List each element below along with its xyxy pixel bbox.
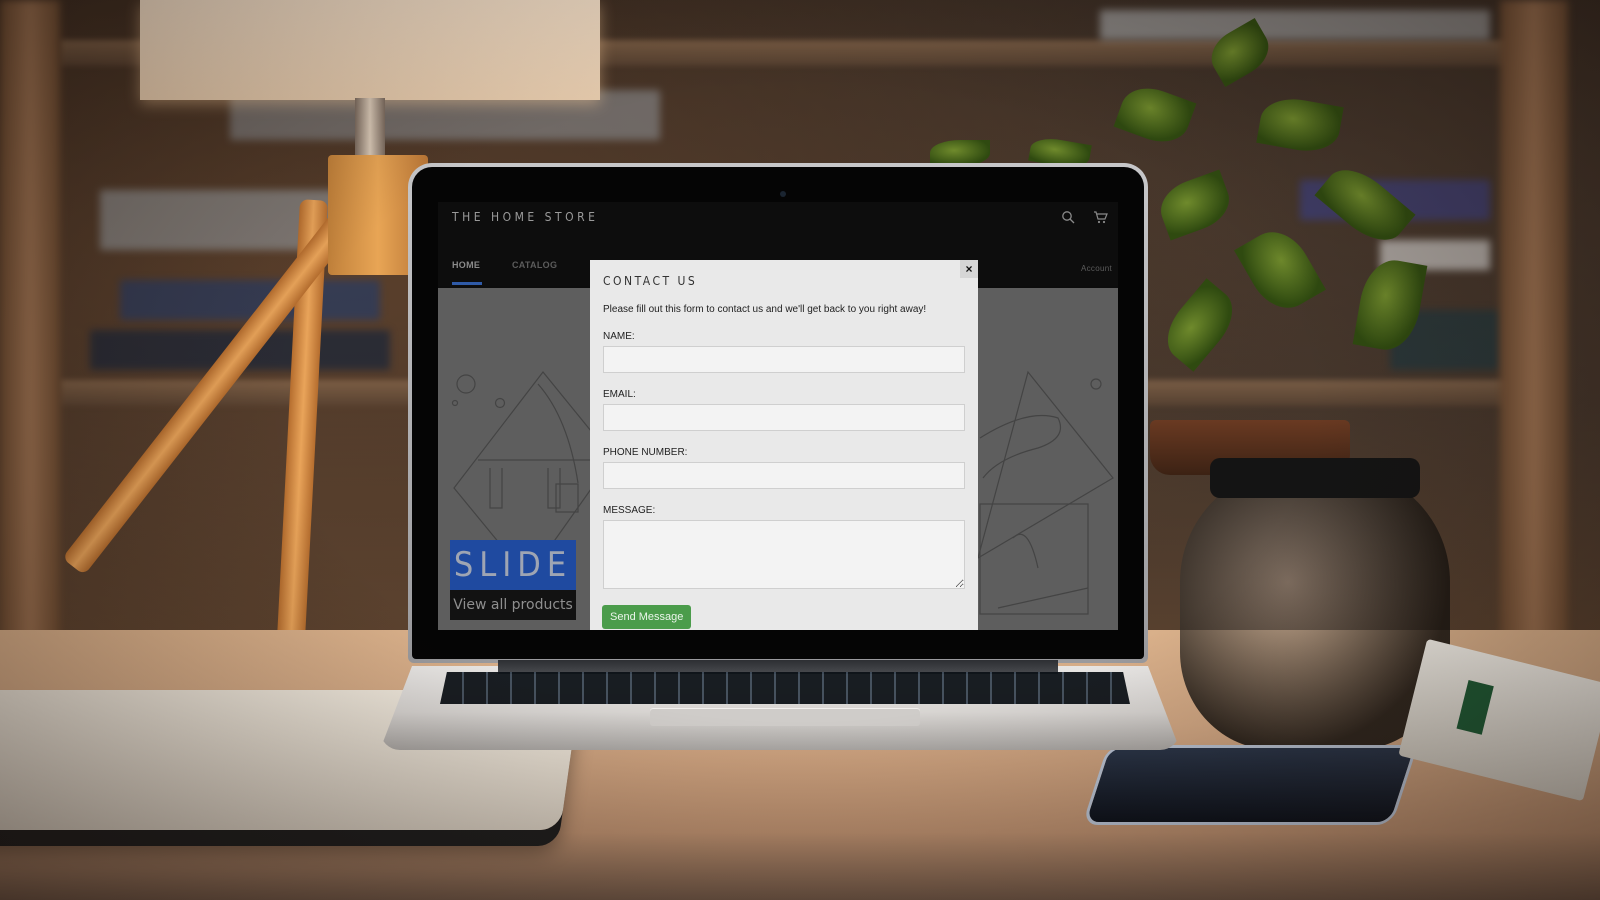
decor-circle [451, 399, 459, 407]
message-label: MESSAGE: [603, 505, 656, 516]
laptop-trackpad [650, 708, 920, 726]
contact-modal: × CONTACT US Please fill out this form t… [590, 260, 978, 630]
nav-home[interactable]: HOME [452, 260, 480, 270]
feather-outline [997, 533, 1089, 609]
jar-lid [1210, 458, 1420, 498]
shoe-outline [979, 415, 1062, 479]
message-field[interactable] [603, 520, 965, 589]
bag-strap [537, 383, 579, 484]
search-icon[interactable] [1060, 210, 1076, 226]
slide-title: SLIDE [450, 540, 576, 590]
email-label: EMAIL: [603, 389, 636, 400]
name-label: NAME: [603, 331, 635, 342]
square-frame [979, 503, 1089, 615]
laptop-keyboard [440, 672, 1130, 704]
triangle-frame [977, 370, 1114, 560]
laptop-hinge [498, 660, 1058, 674]
name-field[interactable] [603, 346, 965, 373]
send-message-button[interactable]: Send Message [602, 605, 692, 629]
book [1100, 10, 1490, 40]
bag-outline [478, 459, 608, 509]
book [120, 280, 380, 320]
modal-title: CONTACT US [603, 274, 698, 288]
webcam [780, 191, 786, 197]
lamp-shade [140, 0, 600, 100]
nav-active-indicator [452, 282, 482, 285]
close-icon[interactable]: × [960, 260, 978, 278]
wood-post [0, 0, 60, 640]
phone-label: PHONE NUMBER: [603, 447, 688, 458]
cart-icon[interactable] [1092, 210, 1108, 226]
nav-catalog[interactable]: CATALOG [512, 260, 557, 270]
nav-account[interactable]: Account [1081, 264, 1112, 273]
laptop-screen: THE HOME STORE HOME CATALOG Account SLID… [438, 202, 1118, 630]
decor-circle [456, 374, 476, 394]
email-field[interactable] [603, 404, 965, 431]
decor-circle [494, 397, 506, 409]
phone-field[interactable] [603, 462, 965, 489]
wood-post [1500, 0, 1568, 640]
view-all-products-button[interactable]: View all products [450, 590, 576, 620]
modal-intro-text: Please fill out this form to contact us … [603, 304, 927, 315]
smartphone [1082, 745, 1418, 825]
lamp-socket [355, 98, 385, 158]
store-logo[interactable]: THE HOME STORE [452, 210, 598, 224]
decor-circle [1090, 378, 1102, 390]
